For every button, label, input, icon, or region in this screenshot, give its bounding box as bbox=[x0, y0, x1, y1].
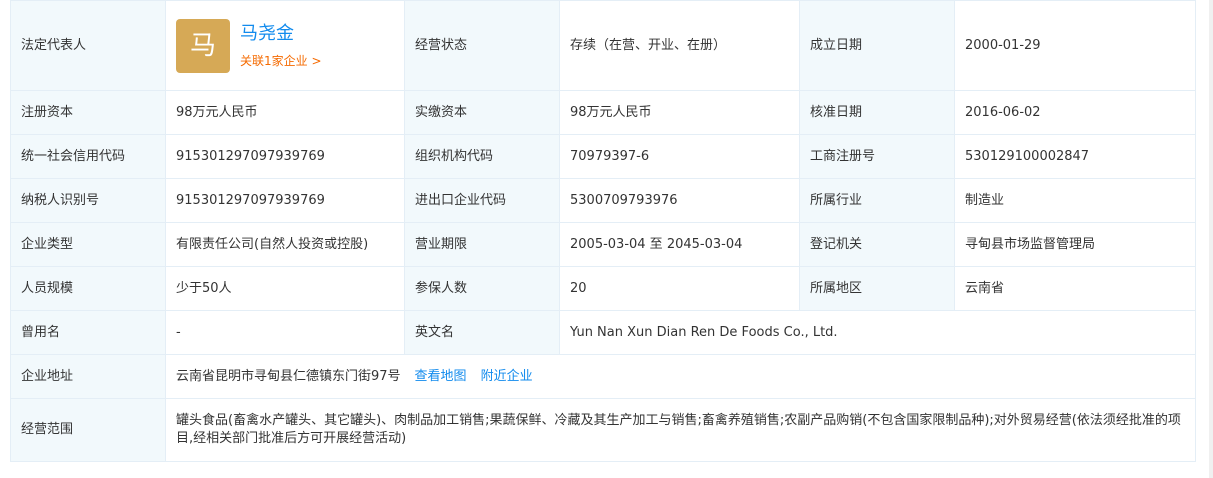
related-companies-link[interactable]: 关联1家企业 > bbox=[240, 52, 322, 70]
credit-code-label: 统一社会信用代码 bbox=[10, 134, 166, 179]
address-value: 云南省昆明市寻甸县仁德镇东门街97号 bbox=[176, 368, 401, 384]
status-label: 经营状态 bbox=[404, 0, 560, 91]
insured-label: 参保人数 bbox=[404, 266, 560, 311]
table-row: 曾用名 - 英文名 Yun Nan Xun Dian Ren De Foods … bbox=[10, 310, 1196, 355]
table-row: 企业类型 有限责任公司(自然人投资或控股) 营业期限 2005-03-04 至 … bbox=[10, 222, 1196, 267]
table-row: 统一社会信用代码 915301297097939769 组织机构代码 70979… bbox=[10, 134, 1196, 179]
reg-capital-value: 98万元人民币 bbox=[165, 90, 405, 135]
approved-label: 核准日期 bbox=[799, 90, 955, 135]
paid-capital-label: 实缴资本 bbox=[404, 90, 560, 135]
english-name-label: 英文名 bbox=[404, 310, 560, 355]
reg-no-label: 工商注册号 bbox=[799, 134, 955, 179]
table-row: 经营范围 罐头食品(畜禽水产罐头、其它罐头)、肉制品加工销售;果蔬保鲜、冷藏及其… bbox=[10, 398, 1196, 462]
authority-label: 登记机关 bbox=[799, 222, 955, 267]
avatar: 马 bbox=[176, 18, 230, 73]
table-row: 纳税人识别号 915301297097939769 进出口企业代码 530070… bbox=[10, 178, 1196, 223]
address-label: 企业地址 bbox=[10, 354, 166, 399]
org-code-label: 组织机构代码 bbox=[404, 134, 560, 179]
scope-value: 罐头食品(畜禽水产罐头、其它罐头)、肉制品加工销售;果蔬保鲜、冷藏及其生产加工与… bbox=[165, 398, 1196, 462]
company-type-label: 企业类型 bbox=[10, 222, 166, 267]
staff-label: 人员规模 bbox=[10, 266, 166, 311]
reg-no-value: 530129100002847 bbox=[954, 134, 1196, 179]
english-name-value: Yun Nan Xun Dian Ren De Foods Co., Ltd. bbox=[559, 310, 1196, 355]
table-row: 注册资本 98万元人民币 实缴资本 98万元人民币 核准日期 2016-06-0… bbox=[10, 90, 1196, 135]
status-value: 存续（在营、开业、在册） bbox=[559, 0, 800, 91]
former-name-value: - bbox=[165, 310, 405, 355]
table-row: 人员规模 少于50人 参保人数 20 所属地区 云南省 bbox=[10, 266, 1196, 311]
taxpayer-id-value: 915301297097939769 bbox=[165, 178, 405, 223]
approved-value: 2016-06-02 bbox=[954, 90, 1196, 135]
view-map-link[interactable]: 查看地图 bbox=[415, 369, 467, 384]
staff-value: 少于50人 bbox=[165, 266, 405, 311]
term-label: 营业期限 bbox=[404, 222, 560, 267]
import-export-value: 5300709793976 bbox=[559, 178, 800, 223]
scrollbar[interactable] bbox=[1209, 0, 1213, 478]
industry-value: 制造业 bbox=[954, 178, 1196, 223]
industry-label: 所属行业 bbox=[799, 178, 955, 223]
reg-capital-label: 注册资本 bbox=[10, 90, 166, 135]
company-info-panel: 法定代表人 马 马尧金 关联1家企业 > 经营状态 存续（在营、开业、在册） 成… bbox=[10, 0, 1196, 462]
company-info-table: 法定代表人 马 马尧金 关联1家企业 > 经营状态 存续（在营、开业、在册） 成… bbox=[10, 0, 1196, 462]
table-row: 法定代表人 马 马尧金 关联1家企业 > 经营状态 存续（在营、开业、在册） 成… bbox=[10, 0, 1196, 91]
credit-code-value: 915301297097939769 bbox=[165, 134, 405, 179]
org-code-value: 70979397-6 bbox=[559, 134, 800, 179]
region-label: 所属地区 bbox=[799, 266, 955, 311]
address-cell: 云南省昆明市寻甸县仁德镇东门街97号 查看地图 附近企业 bbox=[165, 354, 1196, 399]
former-name-label: 曾用名 bbox=[10, 310, 166, 355]
legal-rep-cell: 马 马尧金 关联1家企业 > bbox=[165, 0, 405, 91]
legal-rep-label: 法定代表人 bbox=[10, 0, 166, 91]
import-export-label: 进出口企业代码 bbox=[404, 178, 560, 223]
legal-rep-name-link[interactable]: 马尧金 bbox=[240, 22, 322, 46]
company-type-value: 有限责任公司(自然人投资或控股) bbox=[165, 222, 405, 267]
founded-label: 成立日期 bbox=[799, 0, 955, 91]
table-row: 企业地址 云南省昆明市寻甸县仁德镇东门街97号 查看地图 附近企业 bbox=[10, 354, 1196, 399]
authority-value: 寻甸县市场监督管理局 bbox=[954, 222, 1196, 267]
founded-value: 2000-01-29 bbox=[954, 0, 1196, 91]
term-value: 2005-03-04 至 2045-03-04 bbox=[559, 222, 800, 267]
paid-capital-value: 98万元人民币 bbox=[559, 90, 800, 135]
nearby-companies-link[interactable]: 附近企业 bbox=[481, 369, 533, 384]
region-value: 云南省 bbox=[954, 266, 1196, 311]
taxpayer-id-label: 纳税人识别号 bbox=[10, 178, 166, 223]
insured-value: 20 bbox=[559, 266, 800, 311]
scope-label: 经营范围 bbox=[10, 398, 166, 462]
